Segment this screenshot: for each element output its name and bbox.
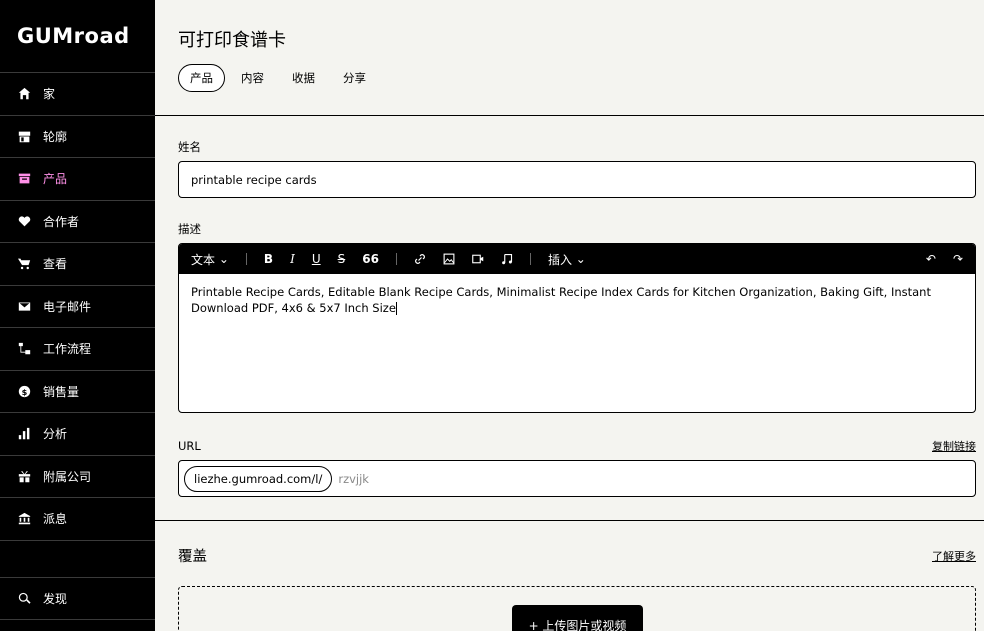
toolbar-divider	[395, 253, 397, 265]
sidebar-item-label: 销售量	[43, 384, 80, 399]
sidebar-item-label: 附属公司	[43, 469, 92, 484]
chevron-down-icon: ⌄	[218, 252, 229, 266]
description-label-row: 描述	[178, 221, 976, 237]
strikethrough-button[interactable]: S	[338, 252, 346, 266]
url-label-row: URL 复制链接	[178, 438, 976, 454]
sidebar-item-analytics[interactable]: 分析	[0, 413, 155, 456]
main-content: 可打印食谱卡 产品 内容 收据 分享 姓名 printable recipe c…	[155, 0, 984, 631]
toolbar-divider	[245, 253, 247, 265]
tab-product[interactable]: 产品	[178, 64, 225, 92]
mail-icon	[17, 299, 31, 313]
page-header: 可打印食谱卡 产品 内容 收据 分享	[155, 0, 984, 116]
sidebar-item-label: 产品	[43, 172, 68, 187]
text-caret	[395, 302, 397, 315]
music-icon[interactable]	[501, 253, 513, 265]
sidebar-item-home[interactable]: 家	[0, 73, 155, 116]
sidebar-item-discover[interactable]: 发现	[0, 578, 155, 620]
description-editor: 文本 ⌄ B I U S 66 插入 ⌄ ↶ ↷ Printable Recip…	[178, 243, 976, 413]
url-label: URL	[178, 439, 201, 453]
sidebar-item-label: 家	[43, 87, 56, 102]
sidebar-item-sales[interactable]: $ 销售量	[0, 371, 155, 413]
sidebar-item-label: 派息	[43, 512, 68, 527]
url-slug: rzvjjk	[338, 471, 369, 486]
sidebar-item-label: 合作者	[43, 214, 80, 229]
gift-icon	[17, 469, 31, 483]
product-form: 姓名 printable recipe cards 描述 文本 ⌄ B I U …	[155, 116, 984, 521]
cover-section: 覆盖 了解更多 + 上传图片或视频	[155, 521, 984, 631]
italic-button[interactable]: I	[290, 252, 295, 266]
sidebar-item-label: 分析	[43, 427, 68, 442]
insert-label: 插入	[547, 252, 572, 267]
sidebar-item-products[interactable]: 产品	[0, 158, 155, 201]
sidebar-item-emails[interactable]: 电子邮件	[0, 286, 155, 328]
sidebar-item-label: 电子邮件	[43, 299, 92, 314]
tab-share[interactable]: 分享	[331, 64, 378, 92]
toolbar-divider	[529, 253, 531, 265]
name-label: 姓名	[178, 140, 201, 154]
bar-chart-icon	[17, 427, 31, 441]
name-label-row: 姓名	[178, 139, 976, 155]
sidebar-item-label: 发现	[43, 591, 68, 606]
search-icon	[17, 591, 31, 605]
gumroad-logo[interactable]: GUMroad	[0, 0, 155, 73]
url-prefix: liezhe.gumroad.com/l/	[184, 465, 333, 492]
description-textarea[interactable]: Printable Recipe Cards, Editable Blank R…	[179, 274, 975, 412]
cover-header: 覆盖 了解更多	[178, 545, 976, 566]
bank-icon	[17, 512, 31, 526]
editor-toolbar: 文本 ⌄ B I U S 66 插入 ⌄ ↶ ↷	[179, 244, 975, 274]
text-style-label: 文本	[191, 252, 216, 267]
redo-icon[interactable]: ↷	[953, 252, 963, 266]
sidebar-item-collaborators[interactable]: 合作者	[0, 201, 155, 243]
cart-icon	[17, 257, 31, 271]
svg-text:$: $	[21, 387, 27, 397]
underline-button[interactable]: U	[312, 252, 321, 266]
page-title: 可打印食谱卡	[178, 30, 286, 51]
tab-content[interactable]: 内容	[229, 64, 276, 92]
link-icon[interactable]	[414, 253, 426, 265]
dollar-icon: $	[17, 384, 31, 398]
sidebar-item-affiliates[interactable]: 附属公司	[0, 456, 155, 498]
upload-media-button[interactable]: + 上传图片或视频	[512, 605, 643, 631]
bold-button[interactable]: B	[264, 252, 273, 266]
text-style-dropdown[interactable]: 文本 ⌄	[191, 251, 229, 268]
sidebar-item-label: 查看	[43, 257, 68, 272]
sidebar-item-label: 轮廓	[43, 129, 68, 144]
quote-button[interactable]: 66	[362, 252, 379, 266]
home-icon	[17, 87, 31, 101]
sidebar-spacer	[0, 541, 155, 578]
learn-more-link[interactable]: 了解更多	[932, 548, 976, 564]
sidebar: GUMroad 家 轮廓 产品 合作者 查看 电子邮件 工作流程 $ 销售量 分…	[0, 0, 155, 631]
archive-icon	[17, 172, 31, 186]
chevron-down-icon: ⌄	[575, 252, 586, 266]
sidebar-item-checkout[interactable]: 查看	[0, 243, 155, 286]
image-icon[interactable]	[443, 253, 455, 265]
sidebar-item-label: 工作流程	[43, 342, 92, 357]
store-icon	[17, 129, 31, 143]
url-input[interactable]: liezhe.gumroad.com/l/ rzvjjk	[178, 460, 976, 497]
sidebar-item-payouts[interactable]: 派息	[0, 498, 155, 541]
name-input-value: printable recipe cards	[191, 172, 317, 187]
video-icon[interactable]	[472, 253, 484, 265]
workflow-icon	[17, 342, 31, 356]
sidebar-item-profile[interactable]: 轮廓	[0, 116, 155, 158]
copy-link-button[interactable]: 复制链接	[932, 438, 976, 454]
name-input[interactable]: printable recipe cards	[178, 161, 976, 198]
description-label: 描述	[178, 222, 201, 236]
tab-receipt[interactable]: 收据	[280, 64, 327, 92]
cover-dropzone[interactable]: + 上传图片或视频	[178, 586, 976, 631]
undo-icon[interactable]: ↶	[926, 252, 936, 266]
insert-dropdown[interactable]: 插入 ⌄	[548, 251, 586, 268]
handshake-icon	[17, 214, 31, 228]
description-text: Printable Recipe Cards, Editable Blank R…	[191, 285, 931, 315]
tab-bar: 产品 内容 收据 分享	[178, 64, 984, 92]
sidebar-item-workflows[interactable]: 工作流程	[0, 328, 155, 371]
cover-title: 覆盖	[178, 549, 207, 565]
